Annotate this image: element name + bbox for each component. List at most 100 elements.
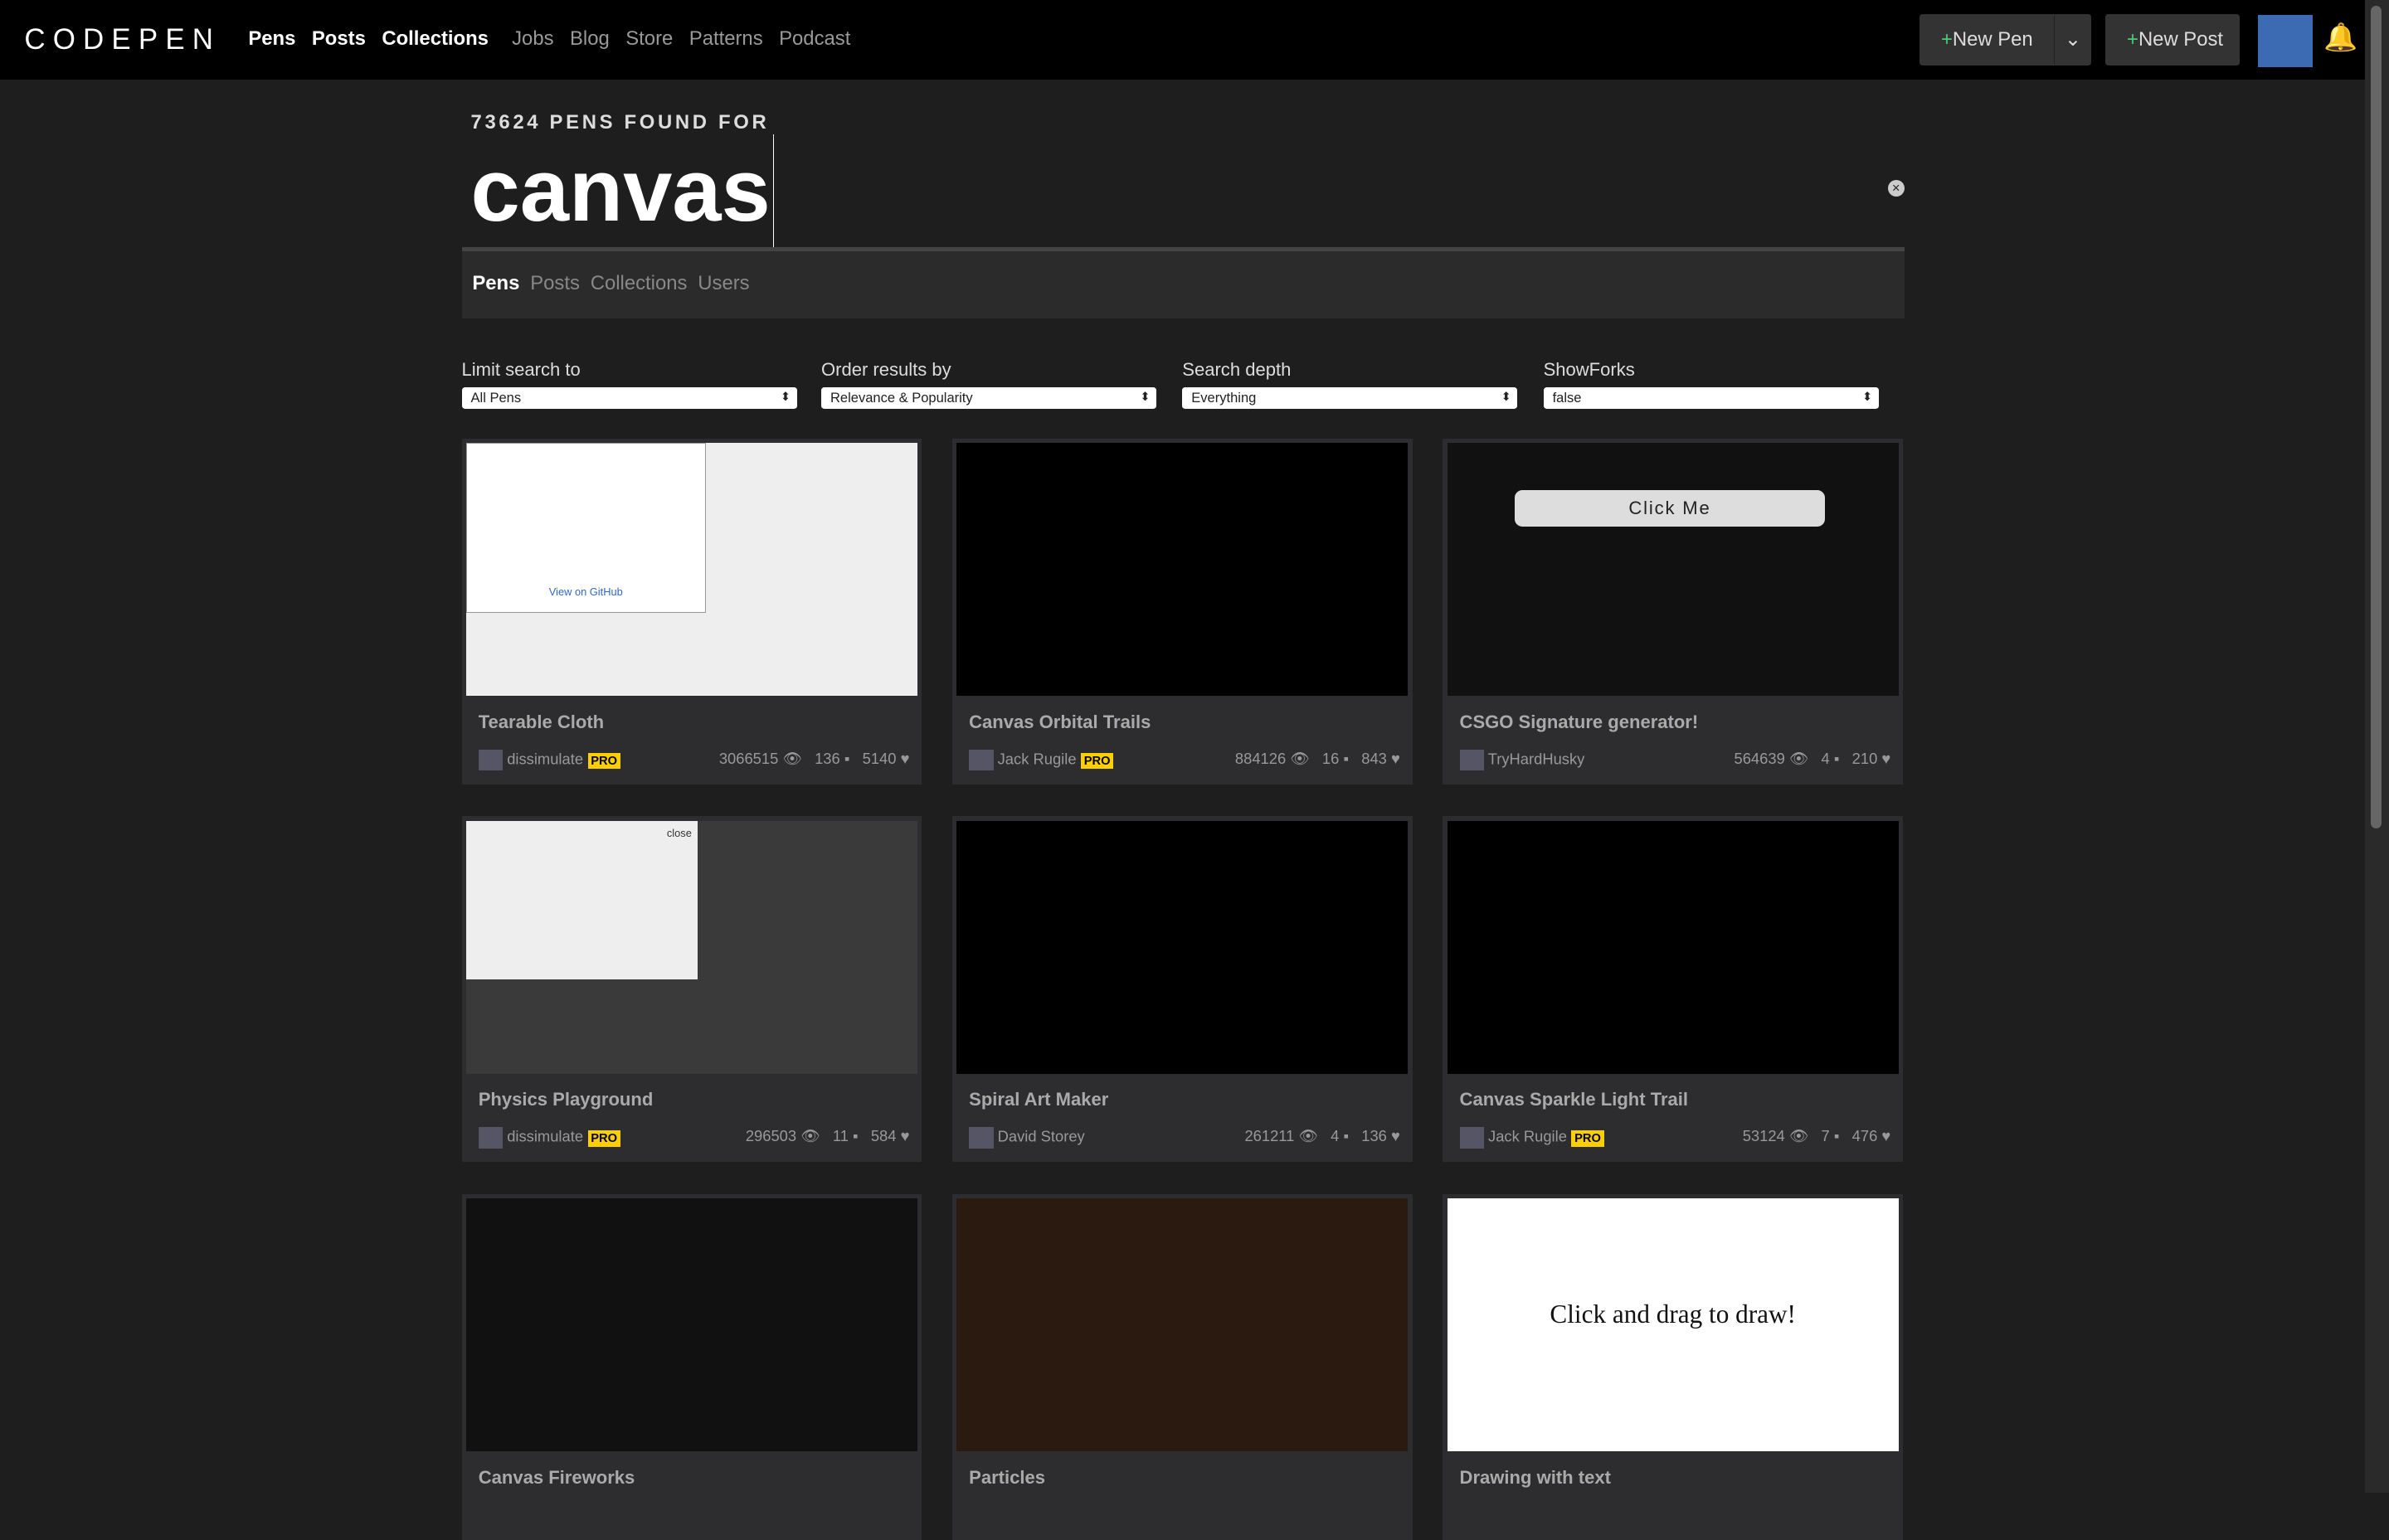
tab-pens[interactable]: Pens: [472, 272, 519, 294]
pro-badge: PRO: [1081, 752, 1114, 770]
nav-pens[interactable]: Pens: [248, 27, 295, 50]
pen-title[interactable]: Drawing with text: [1460, 1467, 1611, 1489]
nav-patterns[interactable]: Patterns: [689, 27, 763, 50]
filter-label: ShowForks: [1543, 359, 1635, 381]
pen-card[interactable]: Canvas Sparkle Light Trail Jack Rugile PR…: [1443, 816, 1904, 1163]
author-avatar[interactable]: [478, 749, 504, 771]
limit-select[interactable]: All Pens ⬍: [461, 386, 797, 409]
nav-posts[interactable]: Posts: [312, 27, 366, 50]
pen-preview[interactable]: View on GitHub: [466, 443, 917, 697]
forks-select[interactable]: false ⬍: [1543, 386, 1879, 409]
heart-icon[interactable]: ♥: [1391, 1127, 1400, 1144]
comment-icon[interactable]: ▪: [853, 1127, 859, 1144]
pen-title[interactable]: Spiral Art Maker: [969, 1089, 1108, 1110]
pen-card[interactable]: Canvas Fireworks: [461, 1193, 922, 1540]
heart-icon[interactable]: ♥: [1881, 750, 1890, 767]
eye-icon: 👁: [1298, 1127, 1318, 1145]
clear-search-icon[interactable]: ×: [1887, 179, 1905, 197]
pen-card[interactable]: close Physics Playground dissimulate PRO 29…: [461, 816, 922, 1163]
tab-collections[interactable]: Collections: [591, 272, 688, 294]
pen-meta: David Storey 261211 👁 4 ▪ 136 ♥: [969, 1127, 1400, 1149]
heart-icon[interactable]: ♥: [901, 750, 910, 767]
author-avatar[interactable]: [969, 749, 994, 771]
codepen-logo[interactable]: CODEPEN: [24, 23, 221, 56]
scrollbar-thumb[interactable]: [2370, 6, 2382, 829]
pen-preview[interactable]: [466, 1198, 917, 1452]
new-pen-dropdown-chevron-icon[interactable]: ⌄: [2053, 13, 2091, 66]
pen-title[interactable]: Particles: [969, 1467, 1045, 1489]
tab-users[interactable]: Users: [698, 272, 749, 294]
author-avatar[interactable]: [1459, 1127, 1484, 1149]
tab-posts[interactable]: Posts: [530, 272, 580, 294]
author-avatar[interactable]: [969, 1127, 994, 1149]
pro-badge: PRO: [587, 752, 620, 770]
comment-icon[interactable]: ▪: [844, 750, 850, 767]
comments-count: 7: [1821, 1127, 1830, 1145]
pen-card[interactable]: View on GitHub Tearable Cloth dissimulate…: [461, 438, 922, 785]
author-name[interactable]: dissimulate: [507, 1128, 583, 1145]
views-count: 53124: [1742, 1127, 1785, 1145]
views-count: 3066515: [718, 749, 779, 767]
nav-podcast[interactable]: Podcast: [779, 27, 850, 50]
heart-icon[interactable]: ♥: [901, 1127, 910, 1144]
comments-count: 4: [1331, 1127, 1340, 1145]
pen-title[interactable]: Canvas Orbital Trails: [969, 712, 1151, 733]
pen-preview[interactable]: Click and drag to draw!: [1447, 1198, 1899, 1452]
author-name[interactable]: Jack Rugile: [1488, 1128, 1567, 1145]
bell-icon[interactable]: 🔔: [2323, 22, 2357, 54]
order-select[interactable]: Relevance & Popularity ⬍: [820, 386, 1157, 409]
heart-icon[interactable]: ♥: [1881, 1127, 1890, 1144]
comments-count: 4: [1821, 749, 1830, 767]
pen-title[interactable]: Physics Playground: [479, 1089, 654, 1110]
pen-card[interactable]: Click Me CSGO Signature generator! TryHar…: [1443, 438, 1904, 785]
comment-icon[interactable]: ▪: [1343, 1127, 1349, 1144]
user-avatar[interactable]: [2257, 15, 2314, 67]
author-name[interactable]: Jack Rugile: [998, 750, 1077, 767]
secondary-nav: Jobs Blog Store Patterns Podcast: [512, 27, 861, 51]
pen-title[interactable]: Tearable Cloth: [479, 712, 604, 733]
author-name[interactable]: David Storey: [998, 1128, 1085, 1145]
pen-preview[interactable]: close: [466, 820, 917, 1074]
nav-jobs[interactable]: Jobs: [512, 27, 553, 50]
main-nav: Pens Posts Collections: [248, 27, 499, 51]
comment-icon[interactable]: ▪: [1834, 750, 1840, 767]
depth-select[interactable]: Everything ⬍: [1182, 386, 1518, 409]
search-input[interactable]: canvas ×: [461, 134, 1905, 251]
pen-card[interactable]: Click and drag to draw! Drawing with text: [1443, 1193, 1904, 1540]
pen-title[interactable]: Canvas Sparkle Light Trail: [1460, 1089, 1689, 1110]
filter-label: Limit search to: [461, 359, 581, 381]
filter-label: Order results by: [820, 359, 951, 381]
comment-icon[interactable]: ▪: [1834, 1127, 1840, 1144]
search-query[interactable]: canvas: [471, 134, 775, 247]
filter-forks: ShowForks false ⬍: [1543, 359, 1879, 409]
comment-icon[interactable]: ▪: [1343, 750, 1349, 767]
click-me-button[interactable]: Click Me: [1514, 490, 1826, 527]
scrollbar[interactable]: [2364, 0, 2389, 1493]
close-link[interactable]: close: [667, 827, 692, 839]
author-avatar[interactable]: [478, 1127, 504, 1149]
pen-meta: dissimulate PRO 296503 👁 11 ▪ 584 ♥: [478, 1127, 910, 1149]
new-pen-button[interactable]: +New Pen: [1919, 13, 2072, 66]
new-post-button[interactable]: +New Post: [2105, 13, 2240, 66]
pen-preview[interactable]: [1447, 820, 1899, 1074]
author-name[interactable]: TryHardHusky: [1488, 750, 1585, 767]
author-avatar[interactable]: [1459, 749, 1484, 771]
pen-preview[interactable]: [956, 443, 1409, 697]
heart-icon[interactable]: ♥: [1391, 750, 1400, 767]
nav-blog[interactable]: Blog: [570, 27, 610, 50]
pen-card[interactable]: Particles: [951, 1193, 1413, 1540]
nav-collections[interactable]: Collections: [382, 27, 489, 50]
pen-title[interactable]: CSGO Signature generator!: [1460, 712, 1699, 733]
github-link[interactable]: View on GitHub: [467, 585, 705, 598]
pen-card[interactable]: Canvas Orbital Trails Jack Rugile PRO 8841…: [951, 438, 1413, 785]
nav-store[interactable]: Store: [625, 27, 673, 50]
pen-preview[interactable]: [956, 1198, 1409, 1452]
top-bar: CODEPEN Pens Posts Collections Jobs Blog…: [0, 0, 2365, 80]
pen-title[interactable]: Canvas Fireworks: [479, 1467, 635, 1489]
filter-label: Search depth: [1182, 359, 1292, 381]
pen-preview[interactable]: [956, 820, 1409, 1074]
author-name[interactable]: dissimulate: [507, 750, 583, 767]
pen-card[interactable]: Spiral Art Maker David Storey 261211 👁 4 …: [951, 816, 1413, 1163]
pen-preview[interactable]: Click Me: [1447, 443, 1899, 697]
likes-count: 210: [1851, 749, 1878, 767]
